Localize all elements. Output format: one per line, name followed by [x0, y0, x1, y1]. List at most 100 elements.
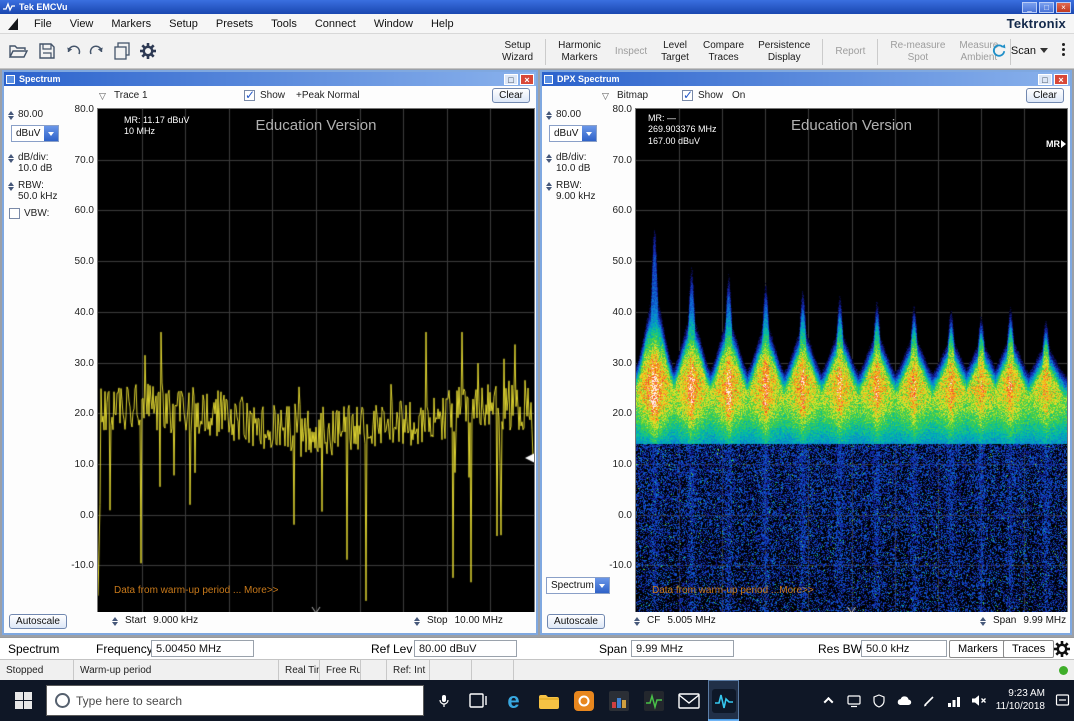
dpx-bitmap-canvas[interactable]	[636, 109, 1067, 616]
span-input[interactable]	[631, 640, 734, 657]
toolbar-overflow-icon[interactable]	[1062, 43, 1065, 56]
toolbar-button-compare-traces[interactable]: Compare Traces	[699, 40, 748, 64]
menu-item-window[interactable]: Window	[374, 18, 413, 30]
menu-item-tools[interactable]: Tools	[271, 18, 297, 30]
open-icon[interactable]	[8, 41, 29, 64]
span-spin-knob[interactable]	[980, 615, 986, 626]
task-view-button[interactable]	[463, 680, 494, 721]
store-app-button[interactable]	[568, 680, 599, 721]
rbw-value[interactable]: 50.0 kHz	[18, 191, 57, 202]
dpx-warmup-notice[interactable]: Data from warm-up period ...More>>	[652, 585, 814, 596]
start-button[interactable]	[0, 680, 46, 721]
vbw-checkbox[interactable]	[9, 208, 20, 219]
cf-spin-knob[interactable]	[634, 615, 640, 626]
spectrum-maximize-button[interactable]	[504, 74, 518, 85]
minimize-button[interactable]	[1022, 2, 1037, 13]
ref-lev-input[interactable]	[414, 640, 517, 657]
spectrum-clear-button[interactable]: Clear	[492, 88, 530, 103]
copy-icon[interactable]	[112, 41, 132, 64]
menu-item-connect[interactable]: Connect	[315, 18, 356, 30]
undo-icon[interactable]	[64, 41, 83, 63]
settings-gear-icon[interactable]	[138, 41, 158, 64]
db-div-spin-knob[interactable]	[8, 152, 14, 163]
trace-show-checkbox[interactable]	[244, 90, 255, 101]
spectrum-autoscale-button[interactable]: Autoscale	[9, 614, 67, 629]
spectrum-plot-area[interactable]: MR: 11.17 dBuV 10 MHz Education Version …	[97, 108, 535, 617]
dpx-ref-level-value[interactable]: 80.00	[556, 109, 581, 120]
dpx-rbw-spin-knob[interactable]	[546, 180, 552, 191]
center-frequency-control[interactable]: CF 5.005 MHz	[634, 615, 716, 626]
dpx-close-button[interactable]	[1054, 74, 1068, 85]
action-center-icon[interactable]	[1054, 693, 1070, 709]
microphone-icon[interactable]	[428, 680, 459, 721]
spectrum-close-button[interactable]	[520, 74, 534, 85]
dpx-maximize-button[interactable]	[1038, 74, 1052, 85]
network-signal-icon[interactable]	[946, 693, 962, 709]
volume-muted-icon[interactable]	[971, 693, 987, 709]
span-control[interactable]: Span 9.99 MHz	[980, 615, 1066, 626]
menu-item-setup[interactable]: Setup	[169, 18, 198, 30]
close-button[interactable]	[1056, 2, 1071, 13]
hidden-icons-chevron[interactable]	[821, 693, 837, 709]
dpx-db-div-spin-knob[interactable]	[546, 152, 552, 163]
cloud-icon[interactable]	[896, 693, 912, 709]
display-settings-gear-icon[interactable]	[1052, 639, 1072, 659]
dpx-rbw-value[interactable]: 9.00 kHz	[556, 191, 595, 202]
save-icon[interactable]	[37, 41, 57, 64]
db-div-value[interactable]: 10.0 dB	[18, 163, 52, 174]
menu-item-file[interactable]: File	[34, 18, 52, 30]
dpx-display-selector-dropdown[interactable]: Spectrum	[546, 577, 610, 594]
mail-button[interactable]	[673, 680, 704, 721]
start-frequency-control[interactable]: Start 9.000 kHz	[112, 615, 198, 626]
window-titlebar[interactable]: Tek EMCVu	[0, 0, 1074, 14]
start-spin-knob[interactable]	[112, 615, 118, 626]
bitmap-expander-icon[interactable]	[602, 91, 609, 102]
menu-item-markers[interactable]: Markers	[111, 18, 151, 30]
spectrum-trace-canvas[interactable]	[98, 109, 534, 616]
toolbar-button-inspect[interactable]: Inspect	[611, 46, 651, 58]
security-shield-icon[interactable]	[871, 693, 887, 709]
bitmap-show-checkbox[interactable]	[682, 90, 693, 101]
analysis-app-button[interactable]	[603, 680, 634, 721]
dpx-ref-level-spin-knob[interactable]	[546, 109, 552, 120]
toolbar-button-report[interactable]: Report	[831, 46, 869, 58]
maximize-button[interactable]	[1039, 2, 1054, 13]
dpx-marker-flag[interactable]: MR	[1046, 139, 1066, 149]
dpx-window-titlebar[interactable]: DPX Spectrum	[542, 72, 1070, 86]
toolbar-button-level-target[interactable]: Level Target	[657, 40, 693, 64]
stop-frequency-control[interactable]: Stop 10.00 MHz	[414, 615, 503, 626]
taskbar-search[interactable]	[46, 685, 424, 716]
toolbar-button-re-measure-spot[interactable]: Re-measure Spot	[886, 40, 949, 64]
dpx-db-div-value[interactable]: 10.0 dB	[556, 163, 590, 174]
scan-button[interactable]: Scan	[991, 43, 1048, 58]
trace-selector[interactable]: Trace 1	[114, 90, 148, 101]
scope-app-button[interactable]	[638, 680, 669, 721]
ref-level-value[interactable]: 80.00	[18, 109, 43, 120]
dpx-autoscale-button[interactable]: Autoscale	[547, 614, 605, 629]
stop-spin-knob[interactable]	[414, 615, 420, 626]
ref-level-spin-knob[interactable]	[8, 109, 14, 120]
dpx-clear-button[interactable]: Clear	[1026, 88, 1064, 103]
file-explorer-button[interactable]	[533, 680, 564, 721]
toolbar-button-persistence-display[interactable]: Persistence Display	[754, 40, 814, 64]
menu-item-view[interactable]: View	[70, 18, 94, 30]
spectrum-window-titlebar[interactable]: Spectrum	[4, 72, 536, 86]
toolbar-button-setup-wizard[interactable]: Setup Wizard	[498, 40, 537, 64]
redo-icon[interactable]	[87, 41, 106, 63]
taskbar-clock[interactable]: 9:23 AM 11/10/2018	[996, 688, 1045, 713]
display-icon[interactable]	[846, 693, 862, 709]
warmup-notice[interactable]: Data from warm-up period ... More>>	[114, 585, 279, 596]
toolbar-button-harmonic-markers[interactable]: Harmonic Markers	[554, 40, 605, 64]
res-bw-input[interactable]	[861, 640, 947, 657]
trace-expander-icon[interactable]	[99, 91, 106, 102]
markers-button[interactable]: Markers	[949, 640, 1007, 658]
amplitude-unit-dropdown[interactable]: dBuV	[11, 125, 59, 142]
menu-item-help[interactable]: Help	[431, 18, 454, 30]
search-input[interactable]	[76, 694, 415, 708]
edge-button[interactable]	[498, 680, 529, 721]
tek-emcvu-app-button[interactable]	[708, 680, 739, 721]
dpx-amplitude-unit-dropdown[interactable]: dBuV	[549, 125, 597, 142]
app-menu-icon[interactable]	[8, 18, 18, 30]
traces-button[interactable]: Traces	[1003, 640, 1054, 658]
bitmap-selector[interactable]: Bitmap	[617, 90, 648, 101]
